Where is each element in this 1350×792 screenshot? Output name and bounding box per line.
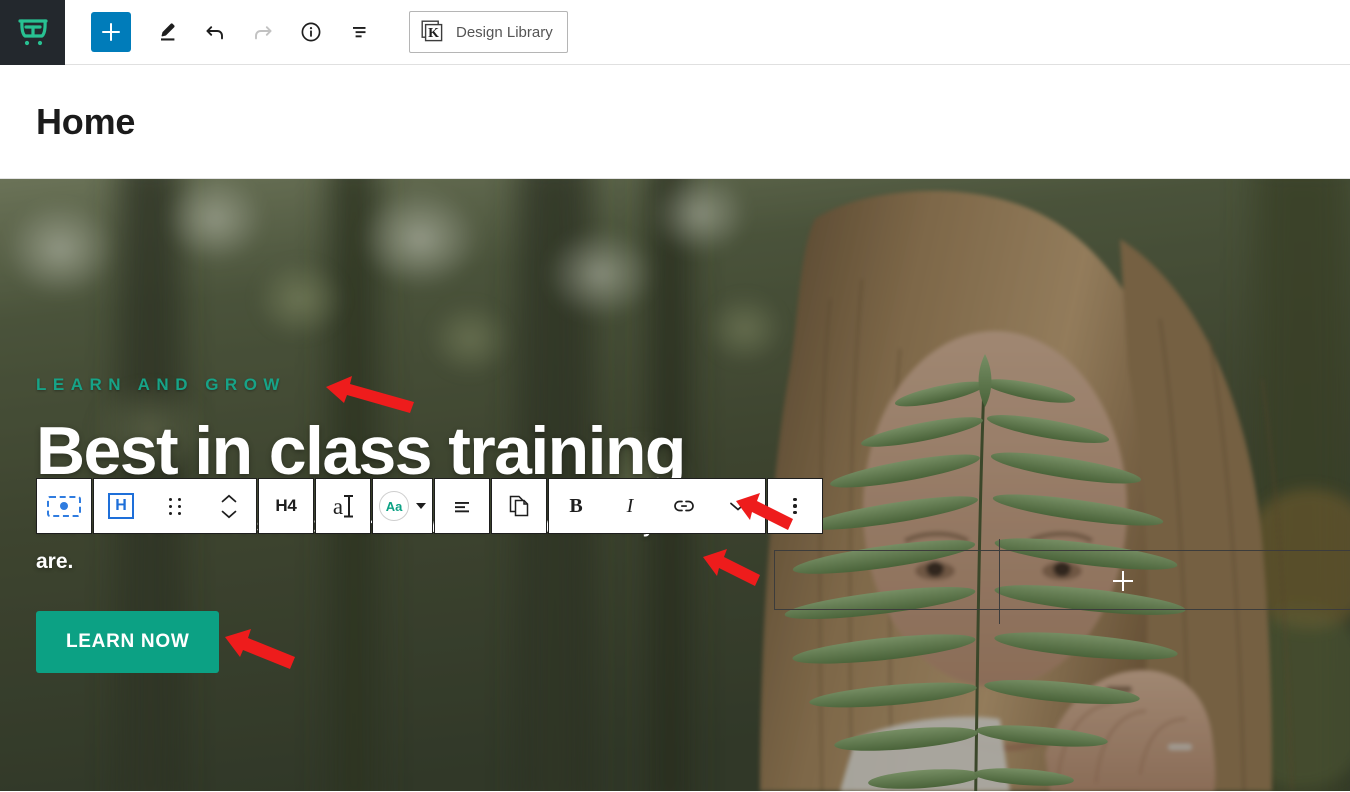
- toolbar-group-inline-format: B I: [548, 478, 766, 534]
- bold-icon: B: [569, 494, 583, 517]
- typography-settings-button[interactable]: a: [316, 479, 370, 533]
- design-library-label: Design Library: [456, 23, 553, 41]
- copy-pages-icon: [509, 495, 529, 517]
- kebab-vertical-icon: [793, 497, 797, 515]
- woocommerce-cart-icon: [17, 18, 48, 45]
- info-circle-icon: [301, 22, 321, 42]
- design-library-icon: K: [421, 20, 443, 42]
- text-color-button[interactable]: Aa: [373, 479, 432, 533]
- list-view-icon: [353, 27, 366, 38]
- link-button[interactable]: [657, 479, 711, 533]
- bold-button[interactable]: B: [549, 479, 603, 533]
- details-button[interactable]: [287, 8, 335, 56]
- editor-top-bar: K Design Library: [0, 0, 1350, 65]
- text-cursor-icon: [344, 495, 354, 517]
- drag-handle-button[interactable]: [148, 479, 202, 533]
- link-icon: [674, 500, 694, 512]
- design-library-button[interactable]: K Design Library: [409, 11, 568, 53]
- toolbar-group-select-parent: [36, 478, 92, 534]
- editor-window: K Design Library Home LEARN AND GROW Bes…: [0, 0, 1350, 792]
- pencil-icon: [161, 23, 175, 41]
- top-bar-tools: K Design Library: [65, 0, 568, 64]
- chevron-up-down-icon: [221, 494, 237, 519]
- move-up-down-button[interactable]: [202, 479, 256, 533]
- align-text-button[interactable]: [435, 479, 489, 533]
- chevron-down-icon: [416, 503, 426, 509]
- toolbar-group-duplicate: [491, 478, 547, 534]
- duplicate-block-button[interactable]: [492, 479, 546, 533]
- italic-icon: I: [626, 494, 634, 517]
- h4-icon: H4: [275, 496, 297, 515]
- empty-block-placeholder[interactable]: [774, 550, 1350, 610]
- add-block-button[interactable]: [91, 12, 131, 52]
- page-title-bar: Home: [0, 65, 1350, 179]
- site-logo-button[interactable]: [0, 0, 65, 65]
- redo-button[interactable]: [239, 8, 287, 56]
- aa-color-icon: Aa: [379, 491, 409, 521]
- block-type-heading-button[interactable]: H: [94, 479, 148, 533]
- heading-h-icon: H: [108, 493, 134, 519]
- select-parent-block-button[interactable]: [37, 479, 91, 533]
- chevron-down-icon: [730, 502, 746, 511]
- toolbar-group-heading-level: H4: [258, 478, 314, 534]
- svg-text:K: K: [428, 26, 439, 41]
- block-toolbar: H H4 a Aa B I: [36, 478, 823, 534]
- block-column-divider: [999, 539, 1000, 624]
- toolbar-group-text-color: Aa: [372, 478, 433, 534]
- page-title: Home: [36, 100, 136, 142]
- heading-level-button[interactable]: H4: [259, 479, 313, 533]
- align-left-icon: [455, 502, 469, 513]
- toolbar-group-block-type: H: [93, 478, 257, 534]
- block-inserter-plus-icon[interactable]: [1113, 571, 1133, 591]
- drag-dots-icon: [168, 497, 182, 515]
- toolbar-group-options: [767, 478, 823, 534]
- more-rich-text-button[interactable]: [711, 479, 765, 533]
- italic-button[interactable]: I: [603, 479, 657, 533]
- toolbar-group-typography: a: [315, 478, 371, 534]
- dashed-block-icon: [47, 495, 81, 517]
- plus-icon: [102, 23, 120, 41]
- undo-arrow-icon: [206, 26, 223, 40]
- serif-a-cursor-icon: a: [332, 493, 344, 519]
- undo-button[interactable]: [191, 8, 239, 56]
- more-options-button[interactable]: [768, 479, 822, 533]
- hero-block-canvas[interactable]: LEARN AND GROW Best in class training Le…: [0, 179, 1350, 791]
- hero-eyebrow[interactable]: LEARN AND GROW: [36, 375, 756, 395]
- edit-pencil-button[interactable]: [143, 8, 191, 56]
- hero-heading[interactable]: Best in class training: [36, 416, 756, 486]
- list-view-button[interactable]: [335, 8, 383, 56]
- learn-now-button[interactable]: LEARN NOW: [36, 610, 220, 673]
- toolbar-group-alignment: [434, 478, 490, 534]
- redo-arrow-icon: [255, 26, 272, 40]
